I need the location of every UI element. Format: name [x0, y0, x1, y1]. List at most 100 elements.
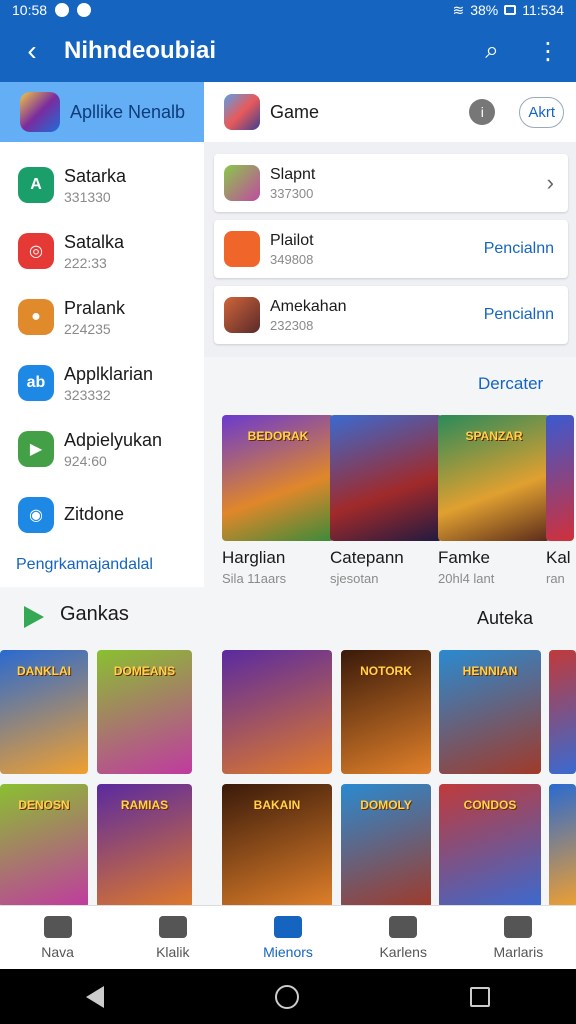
game-card[interactable]: Amekahan 232308 Pencialnn: [214, 286, 568, 344]
list-item[interactable]: ▶ Adpielyukan 924:60: [0, 416, 204, 482]
apps-thumbnail: [20, 92, 60, 132]
game-artwork: DANKLAI: [0, 650, 88, 774]
game-tile[interactable]: DANKLAI: [0, 650, 88, 774]
game-art-title: DOMOLY: [360, 798, 412, 812]
notification-icon-2: [77, 3, 92, 17]
list-item[interactable]: ab Applklarian 323332: [0, 350, 204, 416]
game-tile[interactable]: DENOSN: [0, 784, 88, 908]
nav-item-0[interactable]: Nava: [0, 906, 115, 969]
app-icon: ◎: [18, 233, 54, 269]
nav-item-2[interactable]: Mienors: [230, 906, 345, 969]
tab-apps[interactable]: Apllike Nenalb: [0, 82, 204, 142]
game-tile[interactable]: [549, 650, 576, 774]
app-sub: 924:60: [64, 452, 107, 469]
list-item[interactable]: ◉ Zitdone: [0, 482, 204, 548]
app-list: A Satarka 331330 ◎ Satalka 222:33 ● Pralank 2242…: [0, 142, 204, 548]
nav-item-1[interactable]: Klalik: [115, 906, 230, 969]
nav-item-4[interactable]: Marlaris: [461, 906, 576, 969]
app-icon: ab: [18, 365, 54, 401]
app-name: Applklarian: [64, 363, 154, 384]
game-card[interactable]: Slapnt 337300 ›: [214, 154, 568, 212]
game-tile[interactable]: DOMOLY: [341, 784, 431, 908]
game-tile[interactable]: RAMIAS: [97, 784, 192, 908]
app-name: Zitdone: [64, 503, 125, 524]
right-panel: Game i Akrt Slapnt 337300 › Plailot 3498…: [204, 82, 576, 357]
status-bar: 10:58 ≋ 38% 11:534: [0, 0, 576, 20]
game-artwork: [546, 415, 574, 541]
featured-game-title: Catepann: [330, 548, 404, 567]
game-artwork: [549, 784, 576, 908]
game-tile[interactable]: DOMEANS: [97, 650, 192, 774]
system-recents-icon[interactable]: [470, 986, 491, 1007]
edit-icon: [274, 915, 302, 938]
action-chip[interactable]: Akrt: [519, 96, 564, 128]
game-card-sub: 232308: [270, 317, 314, 333]
info-icon[interactable]: i: [469, 99, 496, 125]
more-vert-icon[interactable]: ⋮: [520, 37, 576, 66]
game-artwork: [222, 650, 332, 774]
featured-game-tile[interactable]: [546, 415, 574, 541]
system-back-icon[interactable]: [85, 985, 104, 1008]
game-artwork: NOTORK: [341, 650, 431, 774]
app-sub: 224235: [64, 320, 111, 337]
nav-label: Mienors: [263, 943, 313, 960]
more-apps-link[interactable]: Pengrkamajandalal: [0, 556, 204, 574]
list-item[interactable]: ● Pralank 224235: [0, 284, 204, 350]
back-arrow-icon[interactable]: ‹: [0, 20, 64, 82]
list-item[interactable]: A Satarka 331330: [0, 152, 204, 218]
game-card-action[interactable]: Pencialnn: [484, 240, 554, 258]
game-card[interactable]: Plailot 349808 Pencialnn: [214, 220, 568, 278]
game-tile[interactable]: BAKAIN: [222, 784, 332, 908]
featured-game-sub: sjesotan: [330, 571, 379, 586]
game-card-sub: 337300: [270, 185, 314, 201]
battery-icon: [504, 5, 517, 15]
bottom-navigation: Nava Klalik Mienors Karlens Marlaris: [0, 905, 576, 969]
system-home-icon[interactable]: [274, 984, 299, 1009]
game-artwork: DOMEANS: [97, 650, 192, 774]
game-art-title: BEDORAK: [247, 429, 309, 443]
app-bar: ‹ Nihndeoubiai ⌕ ⋮: [0, 20, 576, 82]
game-art-title: DOMEANS: [113, 664, 176, 678]
app-name: Satalka: [64, 231, 125, 252]
menu-icon: [504, 915, 533, 938]
game-tile[interactable]: CONDOS: [439, 784, 541, 908]
app-icon: A: [18, 167, 54, 203]
game-art-title: CONDOS: [463, 798, 517, 812]
featured-game-title: Famke: [438, 548, 490, 567]
featured-more-link[interactable]: Dercater: [478, 374, 543, 394]
game-icon: [224, 231, 260, 267]
game-thumbnail: [224, 94, 260, 130]
list-item[interactable]: ◎ Satalka 222:33: [0, 218, 204, 284]
game-art-title: SPANZAR: [465, 429, 523, 443]
featured-game-tile[interactable]: BEDORAK: [222, 415, 334, 541]
featured-game-title: Kal: [546, 548, 571, 567]
chevron-right-icon[interactable]: ›: [547, 170, 554, 196]
game-artwork: BEDORAK: [222, 415, 334, 541]
game-tile[interactable]: [222, 650, 332, 774]
featured-game-tile[interactable]: SPANZAR: [438, 415, 550, 541]
search-icon[interactable]: ⌕: [464, 37, 520, 65]
nav-item-3[interactable]: Karlens: [346, 906, 461, 969]
apps-icon: [389, 915, 418, 938]
tab-game[interactable]: Game i Akrt: [204, 82, 576, 142]
game-icon: [224, 165, 260, 201]
game-card-name: Amekahan: [270, 297, 347, 315]
game-card-name: Slapnt: [270, 165, 316, 183]
game-tile[interactable]: [549, 784, 576, 908]
featured-game-title: Harglian: [222, 548, 286, 567]
nav-label: Marlaris: [493, 943, 544, 960]
app-name: Satarka: [64, 165, 127, 186]
game-card-sub: 349808: [270, 251, 314, 267]
game-tile[interactable]: NOTORK: [341, 650, 431, 774]
app-icon: ●: [18, 299, 54, 335]
nav-label: Karlens: [379, 943, 427, 960]
games-more-link[interactable]: Auteka: [477, 608, 533, 629]
game-artwork: BAKAIN: [222, 784, 332, 908]
featured-game-sub: 20hl4 lant: [438, 571, 495, 586]
app-name: Adpielyukan: [64, 429, 163, 450]
game-card-action[interactable]: Pencialnn: [484, 306, 554, 324]
featured-game-tile[interactable]: [330, 415, 442, 541]
nav-label: Klalik: [156, 943, 190, 960]
game-artwork: [549, 650, 576, 774]
game-tile[interactable]: HENNIAN: [439, 650, 541, 774]
